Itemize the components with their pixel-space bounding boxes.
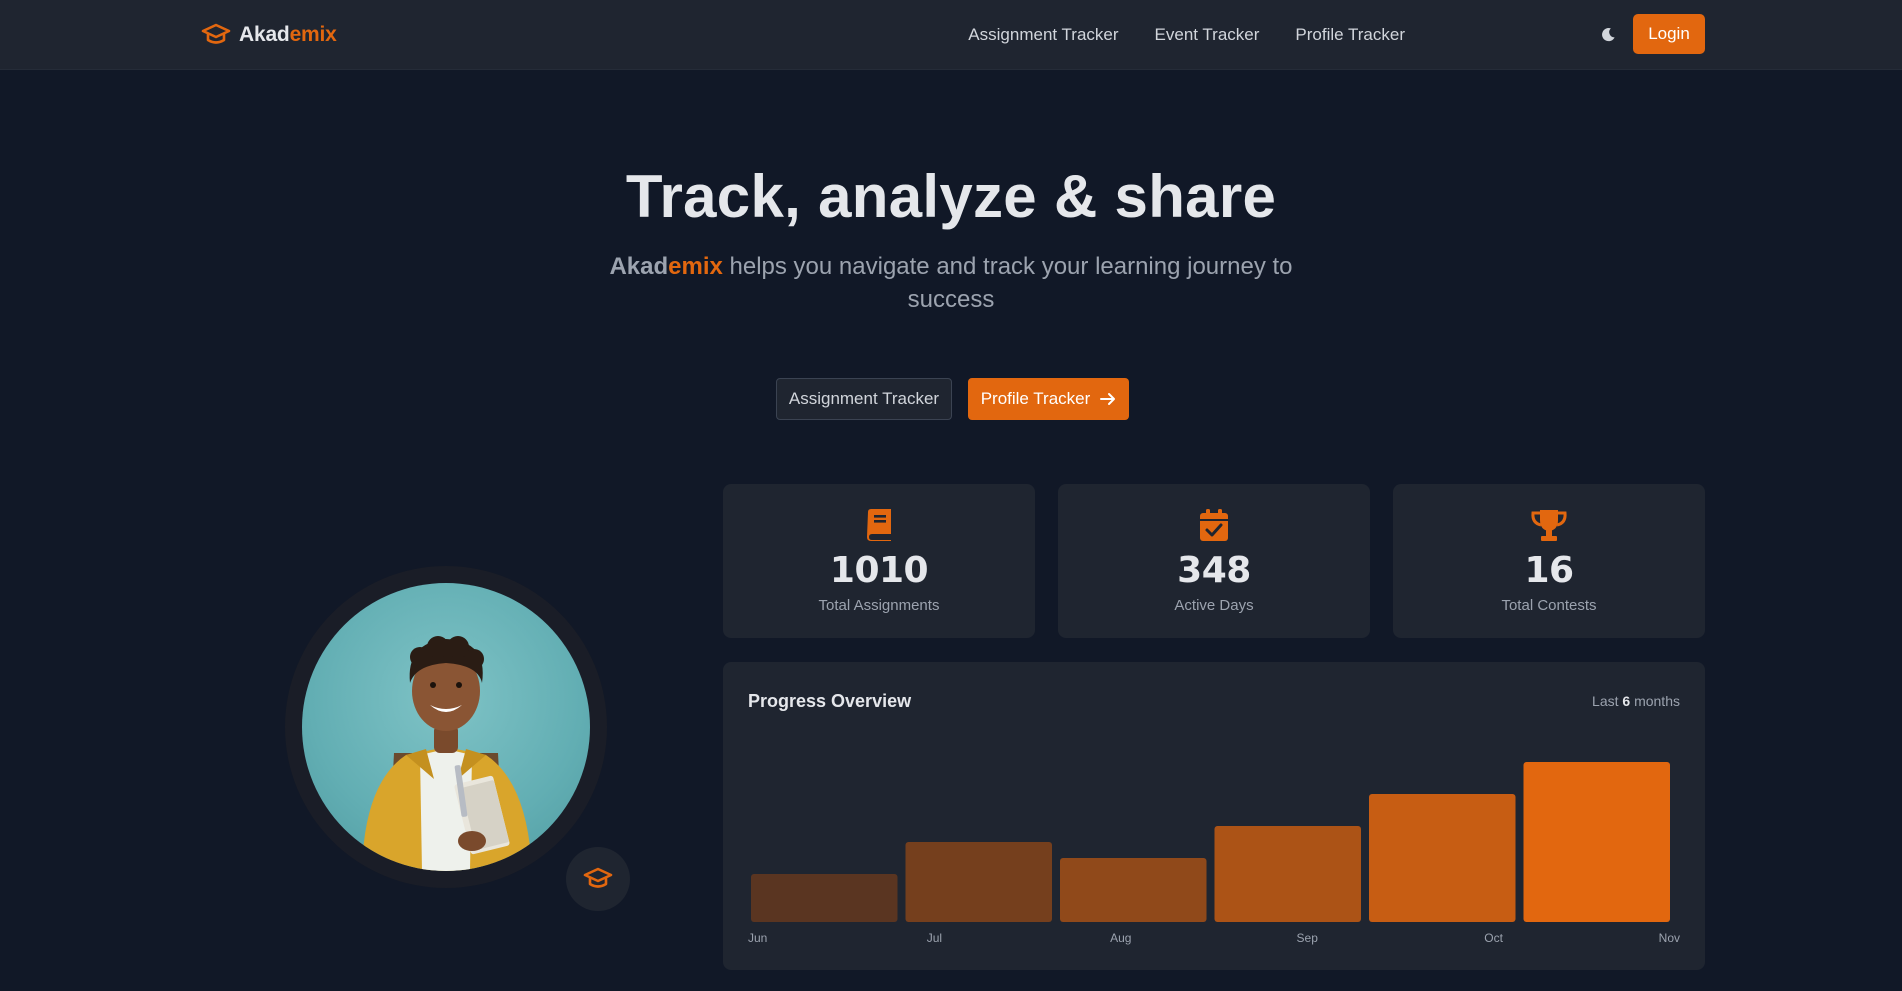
stat-card-contests: 16 Total Contests [1393,484,1705,638]
chart-x-label-jun: Jun [748,931,767,945]
login-button[interactable]: Login [1633,14,1705,54]
hero-subtitle: Akademix helps you navigate and track yo… [601,250,1301,316]
nav-links: Assignment Tracker Event Tracker Profile… [968,22,1405,48]
graduation-cap-icon [201,23,231,44]
moon-icon [1601,27,1615,41]
brand-logo[interactable]: Akademix [201,20,337,50]
student-illustration [362,636,532,871]
stat-card-active-days: 348 Active Days [1058,484,1370,638]
book-icon [867,509,891,541]
stat-value-active-days: 348 [1177,550,1251,591]
chart-bar-jul [905,842,1052,922]
stat-label-contests: Total Contests [1501,597,1597,614]
arrow-right-icon [1100,393,1116,405]
profile-tracker-button[interactable]: Profile Tracker [968,378,1129,420]
stat-card-assignments: 1010 Total Assignments [723,484,1035,638]
chart-x-label-aug: Aug [1110,931,1131,945]
calendar-check-icon [1200,509,1228,541]
stat-label-active-days: Active Days [1174,597,1254,614]
chart-bar-jun [751,874,898,922]
chart-x-label-jul: Jul [927,931,942,945]
top-navbar: Akademix Assignment Tracker Event Tracke… [0,0,1902,70]
hero-title: Track, analyze & share [625,163,1277,230]
progress-range: Last 6 months [1592,693,1680,709]
chart-bar-sep [1214,826,1361,922]
nav-link-profile-tracker[interactable]: Profile Tracker [1295,25,1405,45]
nav-link-event-tracker[interactable]: Event Tracker [1155,25,1260,45]
trophy-icon [1531,510,1567,541]
theme-toggle-button[interactable] [1598,24,1618,44]
chart-bar-nov [1523,762,1670,922]
chart-bar-oct [1369,794,1516,922]
progress-overview-card: Jun Jul Aug Sep Oct Nov Progress Overview Las… [723,662,1705,970]
avatar-badge [566,847,630,911]
hero-subtitle-brand-part1: Akad [609,253,669,280]
stat-label-assignments: Total Assignments [818,597,940,614]
nav-link-assignment-tracker[interactable]: Assignment Tracker [968,25,1118,45]
assignment-tracker-button[interactable]: Assignment Tracker [776,378,952,420]
student-avatar-image [302,583,590,871]
progress-title: Progress Overview [748,691,912,711]
stat-value-assignments: 1010 [829,550,929,591]
hero-subtitle-text: helps you navigate and track your learni… [722,253,1293,313]
progress-range-prefix: Last [1592,693,1623,709]
profile-tracker-button-label: Profile Tracker [980,389,1091,408]
chart-x-label-oct: Oct [1484,931,1503,945]
progress-range-suffix: months [1630,693,1680,709]
hero-subtitle-brand-part2: emix [668,253,723,280]
stat-value-contests: 16 [1524,550,1574,591]
chart-bar-aug [1060,858,1207,922]
brand-name-part2: emix [289,23,337,46]
chart-x-label-nov: Nov [1659,931,1680,945]
graduation-cap-icon [583,867,613,888]
chart-x-label-sep: Sep [1297,931,1319,945]
brand-name-part1: Akad [239,23,290,46]
